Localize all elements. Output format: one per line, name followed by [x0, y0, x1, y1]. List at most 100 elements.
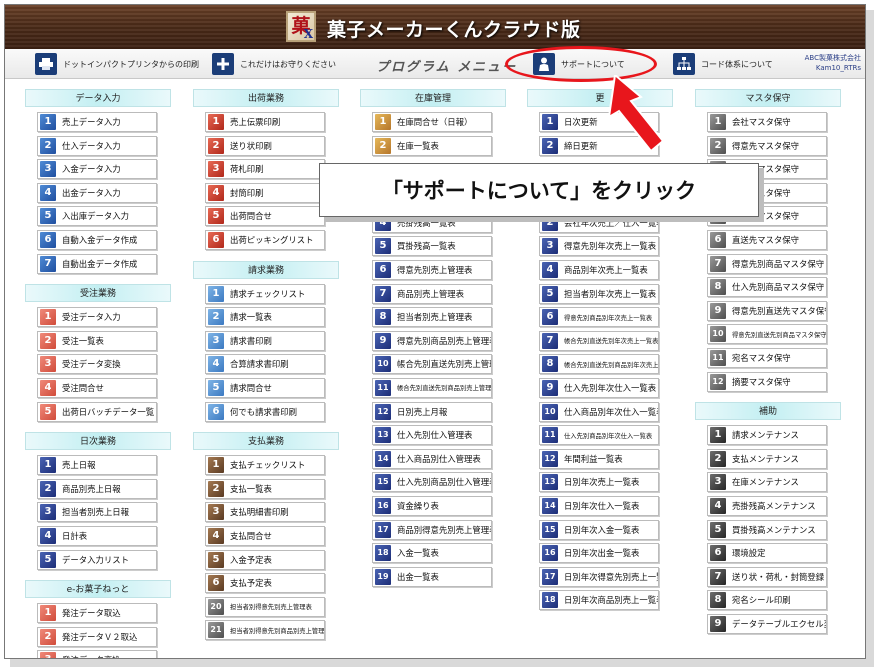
menu-item[interactable]: 4 日計表	[37, 525, 157, 546]
menu-item[interactable]: 2 請求一覧表	[205, 307, 325, 328]
menu-item[interactable]: 2 仕入データ入力	[37, 135, 157, 156]
menu-item[interactable]: 2 得意先マスタ保守	[707, 135, 827, 156]
menu-item[interactable]: 13 仕入先別仕入管理表	[372, 425, 492, 446]
menu-item[interactable]: 11 宛名マスタ保守	[707, 347, 827, 368]
menu-item[interactable]: 6 自動入金データ作成	[37, 229, 157, 250]
menu-item[interactable]: 5 入出庫データ入力	[37, 206, 157, 227]
menu-item[interactable]: 9 仕入先別年次仕入一覧表	[539, 377, 659, 398]
menu-item[interactable]: 5 買掛残高一覧表	[372, 236, 492, 257]
menu-item[interactable]: 19 出金一覧表	[372, 566, 492, 587]
menu-item[interactable]: 12 摘要マスタ保守	[707, 371, 827, 392]
menu-item[interactable]: 10 帳合先別直送先別売上管理表	[372, 354, 492, 375]
menu-item[interactable]: 14 仕入商品別仕入管理表	[372, 448, 492, 469]
menu-item[interactable]: 11 帳合先別直送先別商品別売上管理表	[372, 377, 492, 398]
menu-item-label: データテーブルエクセル変換	[732, 618, 826, 629]
menu-item[interactable]: 18 日別年次商品別売上一覧表	[539, 590, 659, 611]
menu-item[interactable]: 7 帳合先別直送先別年次売上一覧表	[539, 330, 659, 351]
menu-item[interactable]: 8 仕入先別商品マスタ保守	[707, 277, 827, 298]
menu-item[interactable]: 2 支払一覧表	[205, 478, 325, 499]
menu-item[interactable]: 5 買掛残高メンテナンス	[707, 519, 827, 540]
menu-item[interactable]: 2 送り状印刷	[205, 135, 325, 156]
menu-item[interactable]: 3 得意先別年次売上一覧表	[539, 236, 659, 257]
menu-item[interactable]: 3 荷札印刷	[205, 159, 325, 180]
menu-item[interactable]: 1 売上伝票印刷	[205, 112, 325, 132]
number-badge-icon: 2	[208, 309, 224, 326]
menu-item[interactable]: 4 支払問合せ	[205, 525, 325, 546]
menu-item[interactable]: 3 在庫メンテナンス	[707, 472, 827, 493]
menu-item[interactable]: 1 請求チェックリスト	[205, 283, 325, 304]
menu-item[interactable]: 4 売掛残高メンテナンス	[707, 495, 827, 516]
number-badge-icon: 6	[208, 231, 224, 248]
menu-item[interactable]: 3 入金データ入力	[37, 159, 157, 180]
menu-item[interactable]: 13 日別年次売上一覧表	[539, 472, 659, 493]
menu-item[interactable]: 5 データ入力リスト	[37, 549, 157, 570]
menu-item[interactable]: 7 得意先別商品マスタ保守	[707, 253, 827, 274]
menu-item[interactable]: 12 年間利益一覧表	[539, 448, 659, 469]
menu-item[interactable]: 7 自動出金データ作成	[37, 253, 157, 274]
number-badge-icon: 7	[542, 332, 558, 349]
menu-item[interactable]: 2 支払メンテナンス	[707, 448, 827, 469]
menu-item[interactable]: 2 発注データＶ２取込	[37, 626, 157, 647]
menu-item[interactable]: 6 得意先別商品別年次売上一覧表	[539, 307, 659, 328]
menu-item[interactable]: 4 出金データ入力	[37, 182, 157, 203]
menu-item[interactable]: 18 入金一覧表	[372, 543, 492, 564]
menu-item[interactable]: 6 直送先マスタ保守	[707, 229, 827, 250]
menu-item[interactable]: 15 仕入先別商品別仕入管理表	[372, 472, 492, 493]
menu-item[interactable]: 8 帳合先別直送先別商品別年次売上一覧表	[539, 354, 659, 375]
menu-item[interactable]: 3 担当者別売上日報	[37, 502, 157, 523]
menu-item[interactable]: 6 出荷ピッキングリスト	[205, 229, 325, 250]
menu-item[interactable]: 4 商品別年次売上一覧表	[539, 259, 659, 280]
menu-item-label: 何でも請求書印刷	[230, 406, 297, 417]
menu-item[interactable]: 15 日別年次入金一覧表	[539, 519, 659, 540]
menu-item[interactable]: 1 売上データ入力	[37, 112, 157, 132]
menu-item[interactable]: 9 データテーブルエクセル変換	[707, 613, 827, 634]
menu-item[interactable]: 8 担当者別売上管理表	[372, 307, 492, 328]
menu-item[interactable]: 11 仕入先別商品別年次仕入一覧表	[539, 425, 659, 446]
menu-item[interactable]: 5 出荷日バッチデータ一覧	[37, 401, 157, 422]
menu-item-label: 売掛残高メンテナンス	[732, 500, 816, 511]
menu-item[interactable]: 1 発注データ取込	[37, 603, 157, 624]
menu-item[interactable]: 1 売上日報	[37, 455, 157, 476]
menu-item[interactable]: 5 請求問合せ	[205, 377, 325, 398]
menu-item[interactable]: 1 支払チェックリスト	[205, 455, 325, 476]
menu-item[interactable]: 3 受注データ変換	[37, 354, 157, 375]
menu-item[interactable]: 2 受注一覧表	[37, 330, 157, 351]
menu-item[interactable]: 16 資金繰り表	[372, 495, 492, 516]
menu-item[interactable]: 3 請求書印刷	[205, 330, 325, 351]
menu-item[interactable]: 6 環境設定	[707, 543, 827, 564]
menu-item[interactable]: 9 得意先別直送先マスタ保守	[707, 300, 827, 321]
menu-item[interactable]: 16 日別年次出金一覧表	[539, 543, 659, 564]
menu-item[interactable]: 17 商品別得意先別売上管理表	[372, 519, 492, 540]
menu-item[interactable]: 4 封筒印刷	[205, 182, 325, 203]
menu-item[interactable]: 17 日別年次得意先別売上一覧表	[539, 566, 659, 587]
menu-item[interactable]: 6 支払予定表	[205, 573, 325, 594]
menu-item[interactable]: 3 発注データ変換	[37, 650, 157, 658]
menu-item[interactable]: 4 受注問合せ	[37, 377, 157, 398]
menu-item[interactable]: 3 支払明細書印刷	[205, 502, 325, 523]
menu-item[interactable]: 1 受注データ入力	[37, 307, 157, 328]
menu-item[interactable]: 20 担当者別得意先別売上管理表	[205, 596, 325, 617]
menu-item[interactable]: 5 出荷問合せ	[205, 206, 325, 227]
notice-button[interactable]: これだけはお守りください	[212, 53, 336, 75]
menu-item[interactable]: 1 会社マスタ保守	[707, 112, 827, 132]
menu-item[interactable]: 10 仕入商品別年次仕入一覧表	[539, 401, 659, 422]
menu-item[interactable]: 5 担当者別年次売上一覧表	[539, 283, 659, 304]
menu-item[interactable]: 1 請求メンテナンス	[707, 425, 827, 446]
menu-item[interactable]: 12 日別売上月報	[372, 401, 492, 422]
menu-item[interactable]: 6 何でも請求書印刷	[205, 401, 325, 422]
menu-item[interactable]: 5 入金予定表	[205, 549, 325, 570]
menu-item[interactable]: 14 日別年次仕入一覧表	[539, 495, 659, 516]
menu-item[interactable]: 7 商品別売上管理表	[372, 283, 492, 304]
menu-item[interactable]: 2 在庫一覧表	[372, 135, 492, 156]
menu-item[interactable]: 1 在庫問合せ（日報）	[372, 112, 492, 132]
menu-item[interactable]: 10 得意先別直送先別商品マスタ保守	[707, 324, 827, 345]
menu-item[interactable]: 8 宛名シール印刷	[707, 590, 827, 611]
menu-item[interactable]: 4 合算請求書印刷	[205, 354, 325, 375]
menu-item[interactable]: 21 担当者別得意先別商品別売上管理表	[205, 620, 325, 641]
print-button[interactable]: ドットインパクトプリンタからの印刷	[35, 53, 199, 75]
menu-item[interactable]: 6 得意先別売上管理表	[372, 259, 492, 280]
menu-item[interactable]: 7 送り状・荷札・封筒登録	[707, 566, 827, 587]
menu-item[interactable]: 2 商品別売上日報	[37, 478, 157, 499]
menu-item[interactable]: 9 得意先別商品別売上管理表	[372, 330, 492, 351]
code-system-button[interactable]: コード体系について	[673, 53, 773, 75]
